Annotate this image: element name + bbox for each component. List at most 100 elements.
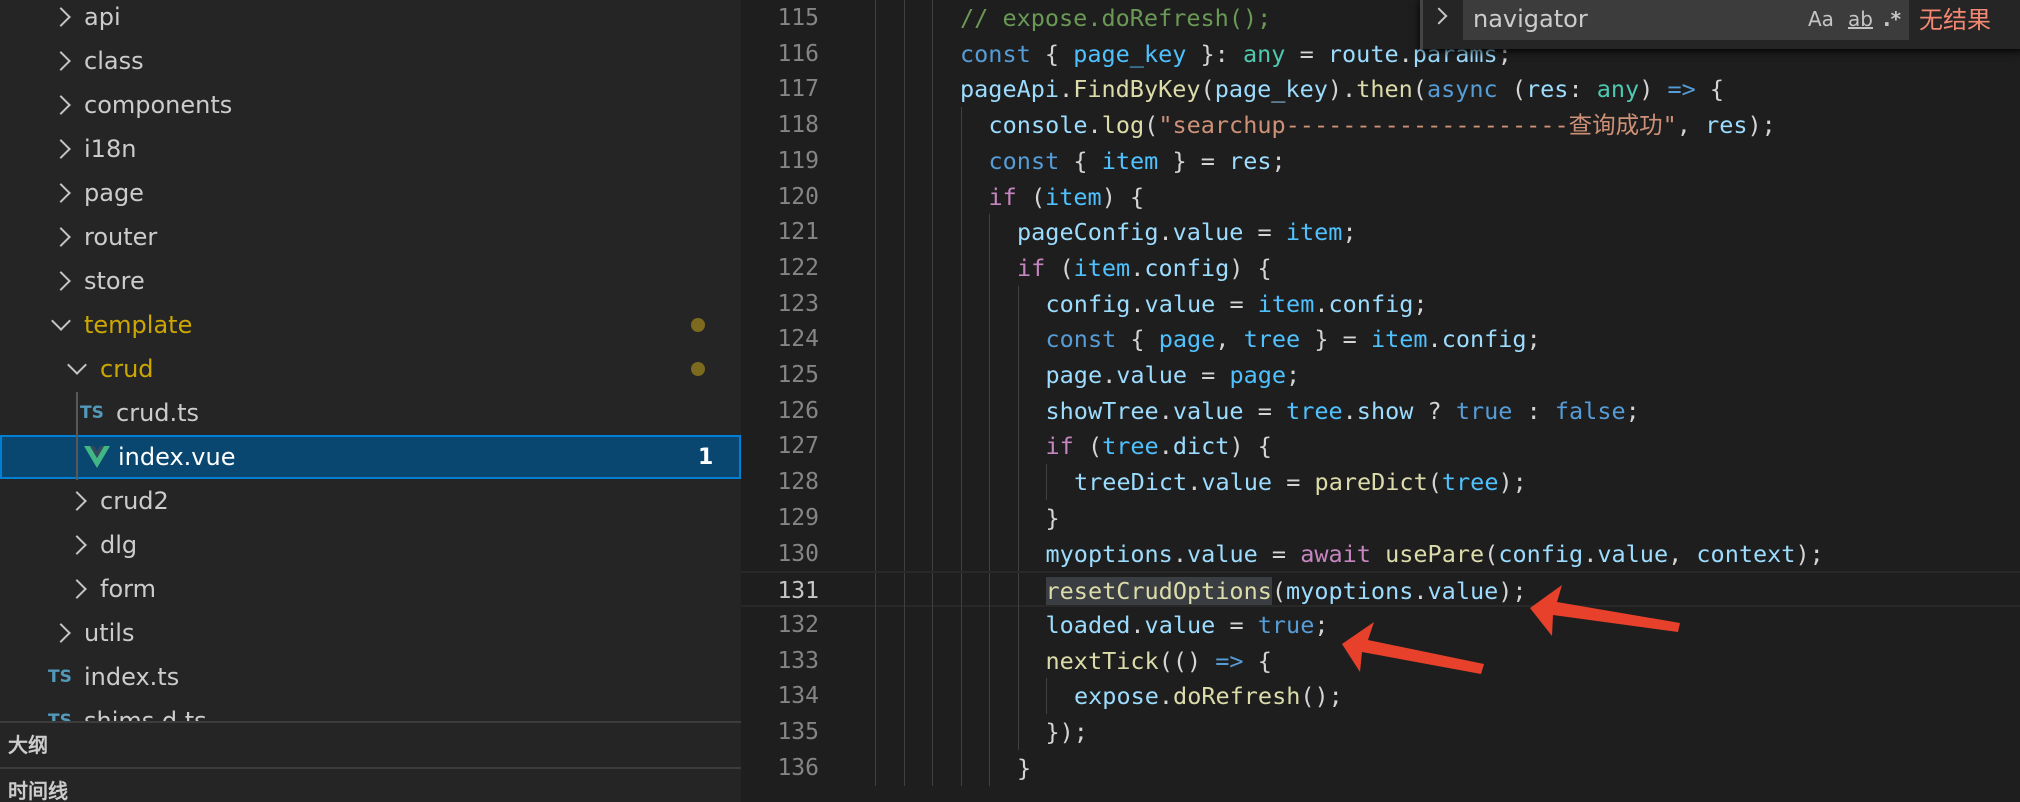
find-input[interactable]: navigator Aa ab .* <box>1463 0 1909 40</box>
code-line[interactable]: 117 pageApi.FindByKey(page_key).then(asyn… <box>741 71 2020 108</box>
code-token: = <box>1215 610 1258 639</box>
tree-item-dlg[interactable]: dlg <box>0 523 741 567</box>
tree-item-crud-ts[interactable]: TS crud.ts <box>0 391 741 435</box>
tree-item-components[interactable]: components <box>0 83 741 127</box>
code-token: const <box>960 39 1031 68</box>
code-line[interactable]: 128 treeDict.value = pareDict(tree); <box>741 464 2020 501</box>
indent-guide <box>932 285 933 322</box>
indent-guide <box>989 321 990 358</box>
chevron-right-icon[interactable] <box>51 183 71 203</box>
indent-guide <box>932 535 933 572</box>
regex-button[interactable]: .* <box>1883 4 1901 34</box>
indent-guide <box>960 464 962 501</box>
code-token: await <box>1300 539 1371 568</box>
indent-guide <box>960 499 962 536</box>
chevron-right-icon[interactable] <box>51 227 71 247</box>
code-token: dict <box>1172 432 1230 461</box>
chevron-down-icon[interactable] <box>51 311 71 331</box>
find-input-value[interactable]: navigator <box>1473 0 1588 38</box>
code-token: config <box>1045 289 1131 318</box>
typescript-file-icon: TS <box>80 403 104 423</box>
code-text: resetCrudOptions(myoptions.value); <box>1045 573 1527 609</box>
code-token: myoptions <box>1286 577 1414 606</box>
code-token: const <box>988 146 1060 175</box>
code-token: value <box>1201 468 1273 497</box>
code-line[interactable]: 123 config.value = item.config; <box>741 285 2020 322</box>
code-line[interactable]: 120 if (item) { <box>741 178 2020 215</box>
outline-panel-header[interactable]: 大纲 <box>0 721 741 767</box>
code-token: . <box>1158 682 1174 711</box>
chevron-right-icon[interactable] <box>51 95 71 115</box>
code-line[interactable]: 121 pageConfig.value = item; <box>741 214 2020 251</box>
tree-item-form[interactable]: form <box>0 567 741 611</box>
code-line[interactable]: 125 page.value = page; <box>741 357 2020 393</box>
code-line[interactable]: 129} <box>741 499 2020 536</box>
line-number: 129 <box>777 504 819 531</box>
code-line[interactable]: 126 showTree.value = tree.show ? true : f… <box>741 392 2020 429</box>
indent-guide <box>932 214 933 251</box>
match-case-button[interactable]: Aa <box>1808 4 1834 34</box>
code-token: ) { <box>1101 182 1145 211</box>
indent-guide <box>932 392 933 429</box>
line-number: 115 <box>777 5 819 31</box>
tree-item-shims-d-ts[interactable]: TS shims.d.ts <box>0 699 741 721</box>
tree-item-store[interactable]: store <box>0 259 741 303</box>
code-token: route <box>1327 39 1399 68</box>
indent-guide <box>989 535 990 572</box>
line-number: 127 <box>777 433 819 460</box>
tree-item-class[interactable]: class <box>0 39 741 83</box>
code-line[interactable]: 131 resetCrudOptions(myoptions.value); <box>741 571 2020 610</box>
indent-guide <box>932 71 933 108</box>
code-line[interactable]: 122 if (item.config) { <box>741 249 2020 286</box>
chevron-right-icon[interactable] <box>67 491 87 511</box>
tree-item-api[interactable]: api <box>0 0 741 39</box>
code-token: doRefresh <box>1173 682 1301 711</box>
tree-item-index-ts[interactable]: TS index.ts <box>0 655 741 699</box>
code-token: . <box>1172 539 1187 568</box>
tree-item-label: store <box>84 267 145 295</box>
code-token: page <box>1229 361 1287 389</box>
chevron-right-icon[interactable] <box>51 623 71 643</box>
indent-guide <box>932 678 933 715</box>
tree-item-crud[interactable]: crud <box>0 347 741 391</box>
tree-item-crud2[interactable]: crud2 <box>0 479 741 523</box>
code-line[interactable]: 132 loaded.value = true; <box>741 606 2020 643</box>
code-line[interactable]: 134 expose.doRefresh(); <box>741 678 2020 715</box>
code-line[interactable]: 133 nextTick(() => { <box>741 642 2020 679</box>
tree-item-index-vue[interactable]: index.vue 1 <box>0 435 741 479</box>
chevron-right-icon[interactable] <box>67 579 87 599</box>
tree-item-i18n[interactable]: i18n <box>0 127 741 171</box>
code-line[interactable]: 130 myoptions.value = await usePare(confi… <box>741 535 2020 572</box>
code-line[interactable]: 136} <box>741 749 2020 786</box>
code-line[interactable]: 124 const { page, tree } = item.config; <box>741 321 2020 358</box>
code-token: : <box>1512 396 1555 425</box>
tree-item-label: template <box>84 311 193 339</box>
timeline-panel-header[interactable]: 时间线 <box>0 767 741 802</box>
code-line[interactable]: 127 if (tree.dict) { <box>741 428 2020 465</box>
indent-guide <box>932 749 933 786</box>
code-token: . <box>1314 289 1329 318</box>
code-line[interactable]: 119 const { item } = res; <box>741 142 2020 179</box>
code-editor[interactable]: 115 // expose.doRefresh(); 116 const { page… <box>741 0 2020 802</box>
chevron-right-icon[interactable] <box>51 271 71 291</box>
toggle-replace-chevron-icon[interactable] <box>1430 7 1448 25</box>
tree-item-template[interactable]: template <box>0 303 741 347</box>
chevron-right-icon[interactable] <box>51 7 71 27</box>
code-token: value <box>1172 218 1244 247</box>
indent-guide <box>1046 678 1047 715</box>
chevron-down-icon[interactable] <box>67 355 87 375</box>
match-whole-word-button[interactable]: ab <box>1848 4 1873 34</box>
tree-item-utils[interactable]: utils <box>0 611 741 655</box>
code-token: . <box>1398 39 1413 68</box>
chevron-right-icon[interactable] <box>51 139 71 159</box>
indent-guide <box>960 535 962 572</box>
tree-item-page[interactable]: page <box>0 171 741 215</box>
tree-item-label: components <box>84 91 233 119</box>
indent-guide <box>1017 464 1019 501</box>
tree-item-router[interactable]: router <box>0 215 741 259</box>
code-token: nextTick <box>1045 646 1159 675</box>
code-line[interactable]: 118 console.log("searchup----------------… <box>741 107 2020 144</box>
code-line[interactable]: 135}); <box>741 714 2020 750</box>
chevron-right-icon[interactable] <box>67 535 87 555</box>
chevron-right-icon[interactable] <box>51 51 71 71</box>
